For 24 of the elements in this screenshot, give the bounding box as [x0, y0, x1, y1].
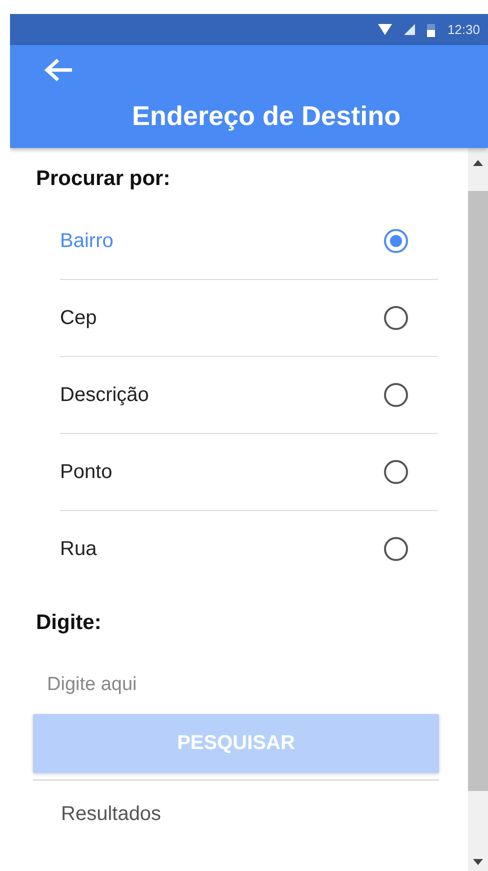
option-label: Descrição — [60, 384, 149, 406]
option-label: Bairro — [60, 230, 114, 252]
option-label: Ponto — [60, 460, 112, 484]
scrollbar-thumb[interactable] — [468, 191, 488, 791]
status-time: 12:30 — [447, 22, 480, 37]
radio-button[interactable] — [384, 229, 408, 253]
wifi-icon — [378, 24, 392, 36]
radio-button[interactable] — [384, 460, 408, 484]
radio-button[interactable] — [384, 383, 408, 407]
screen-title: Endereço de Destino — [132, 101, 401, 132]
scroll-up-icon[interactable] — [473, 160, 483, 166]
section-label: Procurar por: — [36, 167, 172, 192]
signal-icon — [404, 24, 416, 35]
radio-button[interactable] — [384, 537, 408, 561]
section-label: Digite: — [36, 611, 102, 636]
option-label: Cep — [60, 306, 97, 330]
results-label: Resultados — [61, 803, 162, 826]
option-label: Rua — [60, 538, 97, 560]
scrollbar[interactable] — [468, 148, 488, 871]
radio-button[interactable] — [384, 306, 408, 330]
battery-icon — [427, 22, 436, 36]
back-arrow-icon — [44, 57, 74, 83]
scroll-down-icon[interactable] — [473, 859, 483, 865]
back-button[interactable] — [44, 57, 74, 83]
